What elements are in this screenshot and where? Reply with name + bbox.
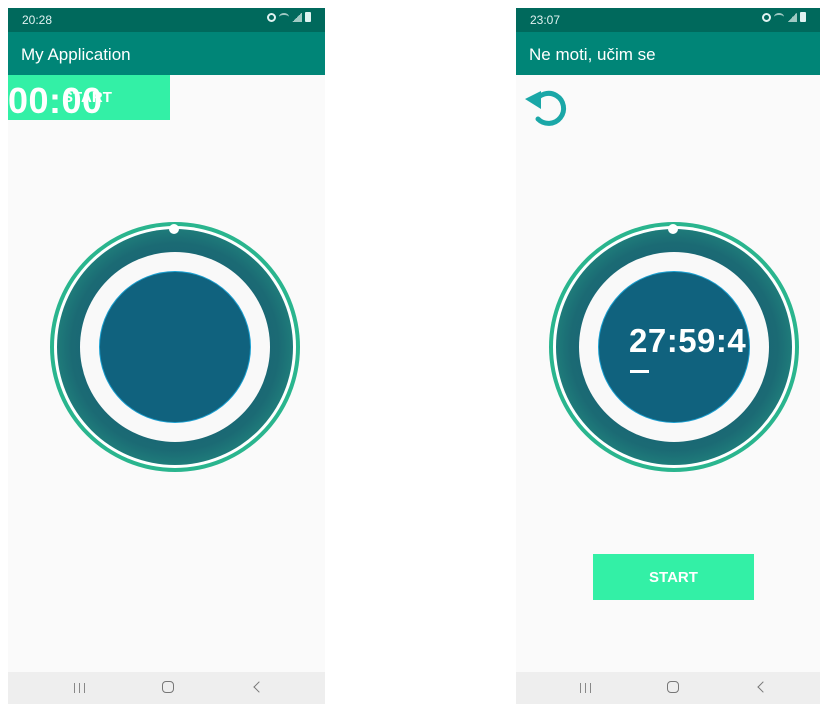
alarm-icon [762, 12, 771, 22]
nav-recents-icon[interactable] [74, 683, 85, 693]
wifi-icon [774, 13, 784, 21]
status-bar: 20:28 [8, 8, 325, 32]
status-icons [762, 12, 806, 22]
phone-screen-left: 20:28 My Application START 00:00 [8, 8, 325, 704]
nav-home-icon[interactable] [667, 681, 679, 693]
dial-knob[interactable] [668, 224, 678, 234]
signal-icon [787, 12, 797, 22]
timer-underline [630, 370, 649, 373]
reset-icon[interactable] [521, 85, 569, 133]
start-button[interactable]: START [593, 554, 754, 600]
timer-dial[interactable]: 27:59:4 [549, 222, 799, 472]
nav-back-icon[interactable] [757, 681, 769, 693]
timer-dial[interactable] [50, 222, 300, 472]
status-time: 23:07 [530, 13, 561, 27]
wifi-icon [279, 13, 289, 21]
dial-knob[interactable] [169, 224, 179, 234]
status-time: 20:28 [22, 13, 53, 27]
status-bar: 23:07 [516, 8, 820, 32]
battery-icon [800, 12, 806, 22]
nav-bar [516, 672, 820, 704]
nav-bar [8, 672, 325, 704]
alarm-icon [267, 12, 276, 22]
app-bar: Ne moti, učim se [516, 32, 820, 75]
phone-screen-right: 23:07 Ne moti, učim se 27:59:4 START [516, 8, 820, 704]
app-title: Ne moti, učim se [529, 45, 656, 64]
nav-home-icon[interactable] [162, 681, 174, 693]
app-title: My Application [21, 45, 131, 64]
timer-display: 00:00 [8, 80, 103, 121]
nav-back-icon[interactable] [253, 681, 265, 693]
dial-center [99, 271, 251, 423]
battery-icon [305, 12, 311, 22]
signal-icon [292, 12, 302, 22]
app-bar: My Application [8, 32, 325, 75]
status-icons [267, 12, 311, 22]
nav-recents-icon[interactable] [580, 683, 591, 693]
timer-display: 27:59:4 [629, 322, 747, 359]
